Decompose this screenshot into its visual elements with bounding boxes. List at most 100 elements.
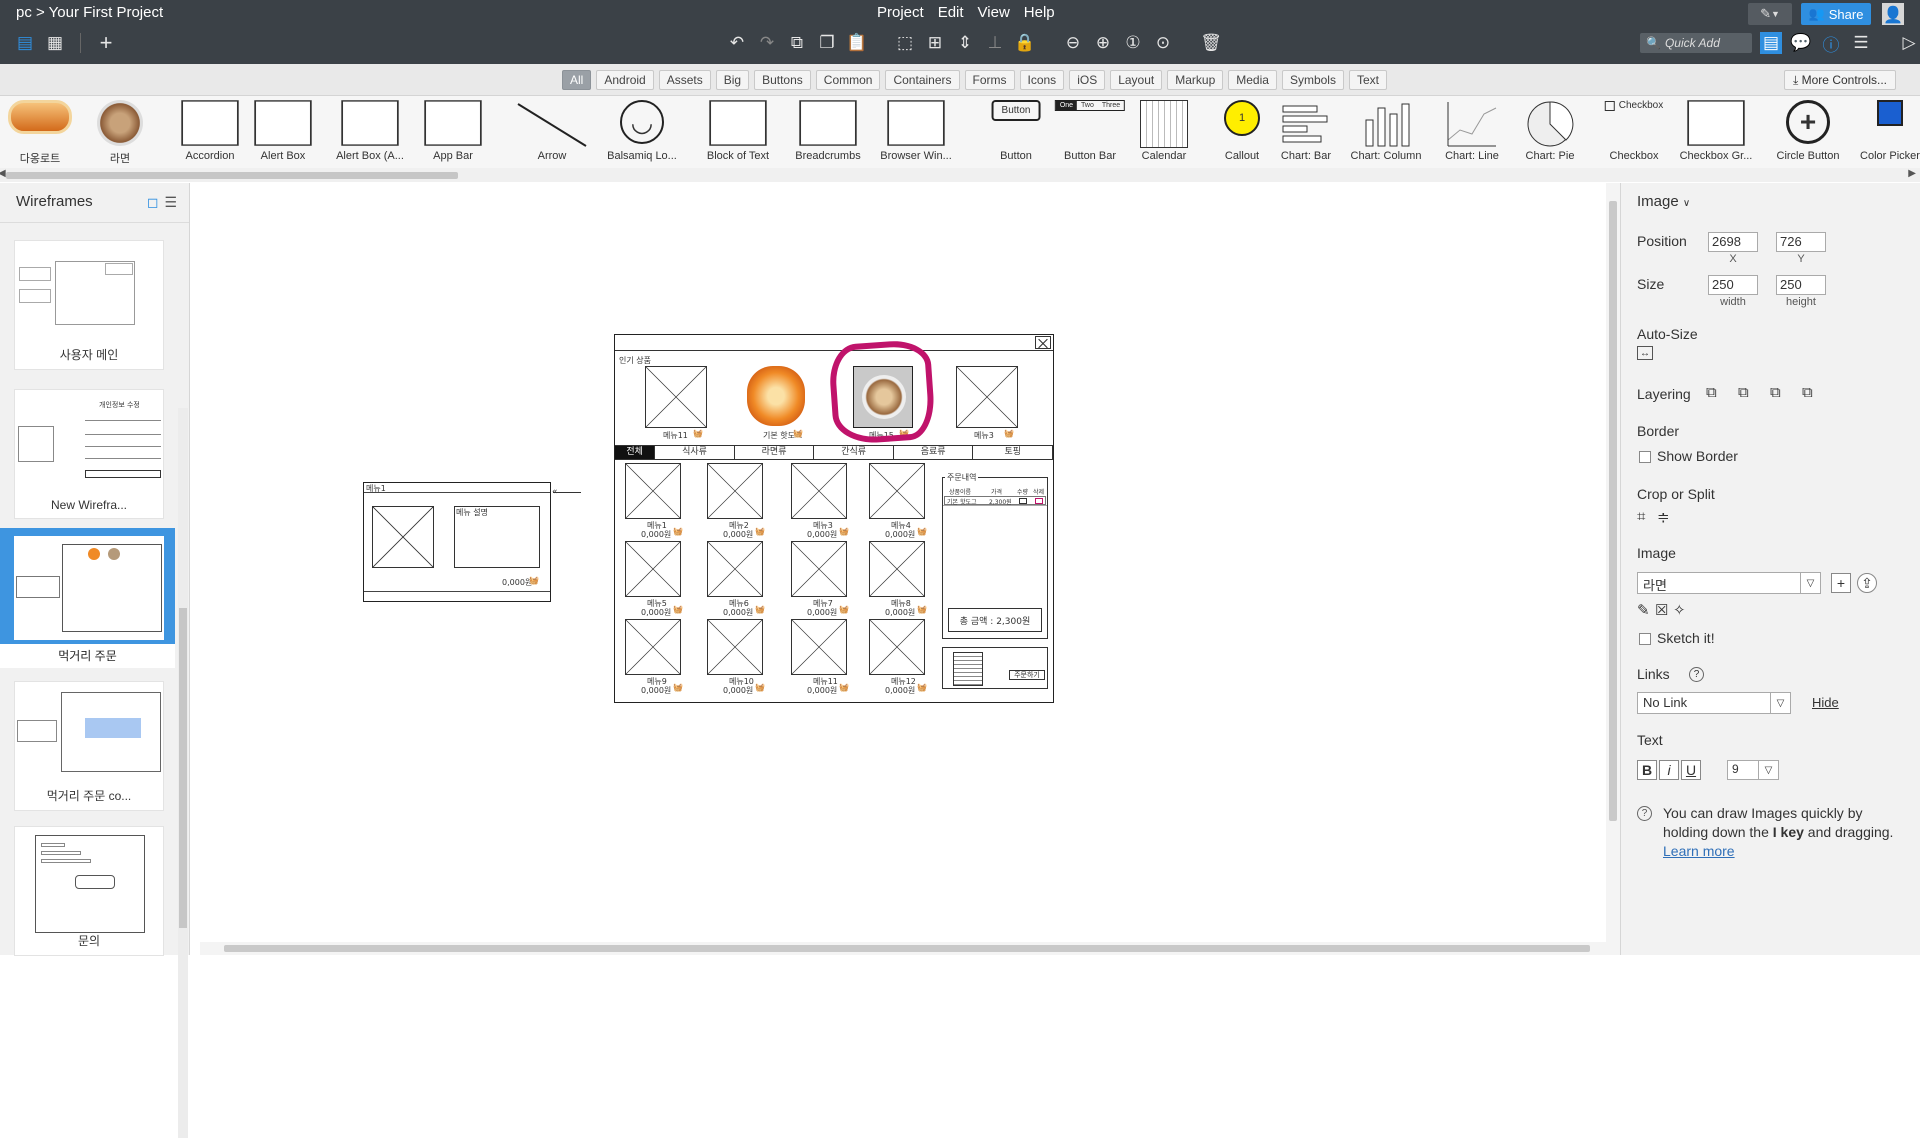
category-assets[interactable]: Assets [658, 70, 711, 90]
bold-button[interactable]: B [1637, 760, 1657, 780]
menu-view[interactable]: View [978, 4, 1010, 21]
align-center-icon[interactable]: ⊥ [984, 32, 1006, 54]
basket-icon[interactable]: 🧺 [755, 527, 765, 536]
category-forms[interactable]: Forms [964, 70, 1015, 90]
basket-icon[interactable]: 🧺 [839, 683, 849, 692]
duplicate-icon[interactable]: ⧉ [786, 32, 808, 54]
sketch-checkbox[interactable] [1639, 633, 1651, 645]
bring-forward-icon[interactable]: ⧉ [1738, 384, 1749, 401]
properties-icon[interactable]: ▤ [1760, 32, 1782, 54]
menu-item[interactable]: 메뉴9 0,000원 🧺 [625, 619, 683, 695]
magic-wand-icon[interactable]: ✧ [1673, 601, 1686, 619]
hide-link[interactable]: Hide [1812, 695, 1839, 710]
basket-icon[interactable]: 🧺 [1004, 429, 1014, 438]
category-text[interactable]: Text [1348, 70, 1387, 90]
basket-icon[interactable]: 🧺 [917, 527, 927, 536]
wireframe-thumb-inquiry[interactable]: 문의 [14, 826, 164, 956]
library-scrollbar[interactable]: ▶ ◀ [0, 168, 1920, 182]
tab-2[interactable]: 라면류 [735, 446, 815, 459]
menu-item[interactable]: 메뉴6 0,000원 🧺 [707, 541, 765, 617]
scroll-right-icon[interactable]: ▶ [1908, 168, 1916, 179]
redo-icon[interactable]: ↷ [756, 32, 778, 54]
presentation-icon[interactable]: ▷ [1898, 32, 1920, 54]
pen-tool-dropdown[interactable]: ✎ ▼ [1748, 3, 1792, 25]
zoom-in-icon[interactable]: ⊕ [1092, 32, 1114, 54]
category-ios[interactable]: iOS [1069, 70, 1106, 90]
canvas-vscroll-thumb[interactable] [1609, 201, 1617, 821]
canvas-hscroll[interactable] [200, 942, 1606, 955]
zoom-out-icon[interactable]: ⊖ [1062, 32, 1084, 54]
close-icon[interactable] [1035, 336, 1051, 349]
sidebar-scrollbar[interactable] [178, 408, 188, 1138]
crop-icon[interactable]: ⌗ [1637, 508, 1645, 525]
tab-1[interactable]: 식사류 [655, 446, 735, 459]
library-item-bar-chart[interactable]: Chart: Bar [1266, 96, 1346, 168]
menu-item[interactable]: 메뉴5 0,000원 🧺 [625, 541, 683, 617]
basket-icon[interactable]: 🧺 [673, 527, 683, 536]
sidebar-scroll-thumb[interactable] [179, 608, 187, 928]
menu-detail-card[interactable]: 메뉴1 메뉴 설명 0,000원 🧺 [363, 482, 551, 602]
library-item-column-chart[interactable]: Chart: Column [1346, 96, 1426, 168]
library-item-smiley[interactable]: ◡ Balsamiq Lo... [602, 96, 682, 168]
group-icon[interactable]: ⬚ [894, 32, 916, 54]
more-controls-button[interactable]: ⤓ More Controls... [1784, 70, 1896, 90]
zoom-fit-icon[interactable]: ⊙ [1152, 32, 1174, 54]
library-item-hotdog[interactable]: 다옹로트 [0, 96, 80, 168]
align-icon[interactable]: ⊞ [924, 32, 946, 54]
copy-icon[interactable]: ❐ [816, 32, 838, 54]
add-icon[interactable]: + [95, 30, 117, 55]
distribute-icon[interactable]: ⇕ [954, 32, 976, 54]
library-item-line-chart[interactable]: Chart: Line [1432, 96, 1512, 168]
x-input[interactable]: 2698 [1708, 232, 1758, 252]
lock-icon[interactable]: 🔒 [1014, 32, 1036, 54]
category-all[interactable]: All [562, 70, 592, 90]
basket-icon[interactable]: 🧺 [755, 605, 765, 614]
font-size-select[interactable]: 9 ▽ [1727, 760, 1779, 780]
category-containers[interactable]: Containers [885, 70, 960, 90]
wireframe-thumb-new[interactable]: 개인정보 수정 New Wirefra... [14, 389, 164, 519]
menu-item[interactable]: 메뉴11 0,000원 🧺 [791, 619, 849, 695]
menu-item[interactable]: 메뉴12 0,000원 🧺 [869, 619, 927, 695]
upload-image-icon[interactable]: ⇪ [1857, 573, 1877, 593]
single-view-icon[interactable]: ▤ [14, 32, 36, 54]
library-item-checkbox[interactable]: Checkbox Checkbox [1594, 96, 1674, 168]
basket-icon[interactable]: 🧺 [673, 605, 683, 614]
basket-icon[interactable]: 🧺 [693, 429, 703, 438]
menu-item[interactable]: 메뉴4 0,000원 🧺 [869, 463, 927, 539]
height-input[interactable]: 250 [1776, 275, 1826, 295]
library-item-checkbox-group[interactable]: Checkbox Gr... [1676, 96, 1756, 168]
library-item-alert-box[interactable]: Alert Box [243, 96, 323, 168]
underline-button[interactable]: U [1681, 760, 1701, 780]
info-icon[interactable]: ⓘ [1820, 32, 1842, 55]
basket-icon[interactable]: 🧺 [673, 683, 683, 692]
menu-item[interactable]: 메뉴10 0,000원 🧺 [707, 619, 765, 695]
basket-icon[interactable]: 🧺 [917, 605, 927, 614]
paste-icon[interactable]: 📋 [846, 32, 868, 54]
menu-edit[interactable]: Edit [938, 4, 964, 21]
library-item-breadcrumbs[interactable]: Breadcrumbs [788, 96, 868, 168]
library-item-color-picker[interactable]: Color Picker [1850, 96, 1920, 168]
scroll-left-icon[interactable]: ◀ [0, 168, 6, 179]
library-item-arrow[interactable]: Arrow [512, 96, 592, 168]
avatar[interactable]: 👤 [1882, 3, 1904, 25]
placeholder-image-icon[interactable]: ☒ [1655, 601, 1668, 619]
quick-add-input[interactable]: 🔍 Quick Add [1640, 33, 1752, 53]
category-icons[interactable]: Icons [1019, 70, 1065, 90]
show-border-checkbox[interactable] [1639, 451, 1651, 463]
tab-5[interactable]: 토핑 [973, 446, 1053, 459]
popular-item[interactable]: 메뉴11 🧺 [645, 366, 707, 442]
order-button[interactable]: 주문하기 [1009, 670, 1045, 680]
library-item-alert-box-alt[interactable]: Alert Box (A... [330, 96, 410, 168]
list-view-icon[interactable]: ☰ [164, 194, 177, 211]
image-edit-icon[interactable]: ✎ [1637, 601, 1650, 619]
send-to-back-icon[interactable]: ⧉ [1802, 384, 1813, 401]
image-select[interactable]: 라면 ▽ [1637, 572, 1821, 594]
category-markup[interactable]: Markup [1167, 70, 1224, 90]
category-common[interactable]: Common [815, 70, 881, 90]
grid-view-icon[interactable]: ▦ [44, 32, 66, 54]
autosize-width-icon[interactable]: ↔ [1637, 346, 1653, 360]
category-media[interactable]: Media [1228, 70, 1277, 90]
comment-icon[interactable]: 💬 [1790, 32, 1812, 54]
delete-icon[interactable] [1035, 498, 1043, 504]
share-button[interactable]: 👥 Share [1801, 3, 1871, 25]
